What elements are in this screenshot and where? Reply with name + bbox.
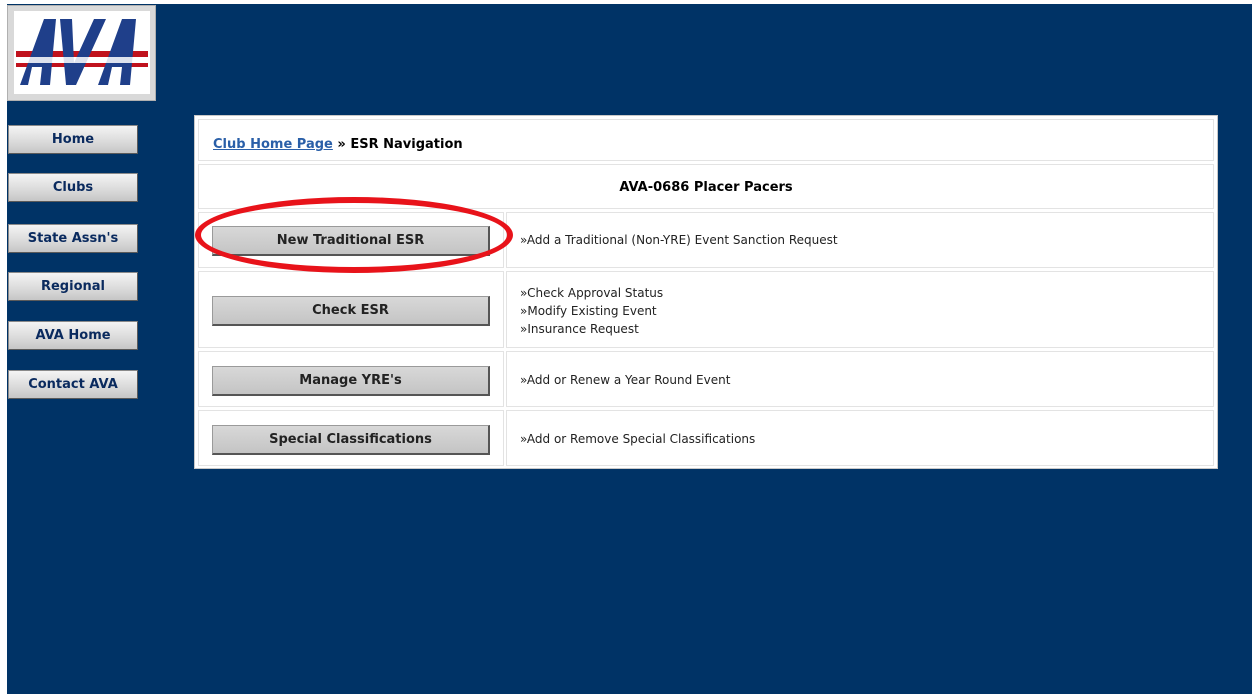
club-name: AVA-0686 Placer Pacers: [619, 180, 793, 195]
nav-home-button[interactable]: Home: [8, 125, 138, 154]
nav-ava-home-button[interactable]: AVA Home: [8, 321, 138, 350]
action-description-cell: »Add a Traditional (Non-YRE) Event Sanct…: [506, 212, 1214, 268]
breadcrumb-current: ESR Navigation: [350, 137, 463, 152]
special-classifications-button[interactable]: Special Classifications: [212, 425, 490, 455]
breadcrumb-club-home-link[interactable]: Club Home Page: [213, 137, 333, 152]
manage-yres-button[interactable]: Manage YRE's: [212, 366, 490, 396]
ava-logo-graphic: [16, 19, 148, 85]
nav-state-assns-button[interactable]: State Assn's: [8, 224, 138, 253]
breadcrumb: Club Home Page » ESR Navigation: [198, 119, 1214, 161]
nav-clubs-button[interactable]: Clubs: [8, 173, 138, 202]
nav-regional-button[interactable]: Regional: [8, 272, 138, 301]
breadcrumb-text: Club Home Page » ESR Navigation: [213, 137, 463, 152]
action-description-cell: »Add or Remove Special Classifications: [506, 410, 1214, 466]
action-description: »Modify Existing Event: [520, 304, 657, 318]
action-description: »Add or Remove Special Classifications: [520, 432, 756, 446]
action-description: »Add or Renew a Year Round Event: [520, 373, 731, 387]
action-description-cell: »Add or Renew a Year Round Event: [506, 351, 1214, 407]
action-cell: Check ESR: [198, 271, 504, 348]
nav-contact-ava-button[interactable]: Contact AVA: [8, 370, 138, 399]
action-cell: Manage YRE's: [198, 351, 504, 407]
esr-navigation-panel: Club Home Page » ESR Navigation AVA-0686…: [194, 115, 1218, 469]
check-esr-button[interactable]: Check ESR: [212, 296, 490, 326]
action-description: »Check Approval Status: [520, 286, 664, 300]
action-cell: New Traditional ESR: [198, 212, 504, 268]
action-cell: Special Classifications: [198, 410, 504, 466]
action-description: »Insurance Request: [520, 322, 639, 336]
ava-logo[interactable]: [7, 5, 156, 101]
club-name-row: AVA-0686 Placer Pacers: [198, 164, 1214, 209]
ava-logo-image: [14, 11, 150, 94]
breadcrumb-separator: »: [337, 137, 346, 152]
new-traditional-esr-button[interactable]: New Traditional ESR: [212, 226, 490, 256]
action-description-cell: »Check Approval Status »Modify Existing …: [506, 271, 1214, 348]
page-background: Home Clubs State Assn's Regional AVA Hom…: [7, 4, 1252, 694]
action-description: »Add a Traditional (Non-YRE) Event Sanct…: [520, 233, 838, 247]
